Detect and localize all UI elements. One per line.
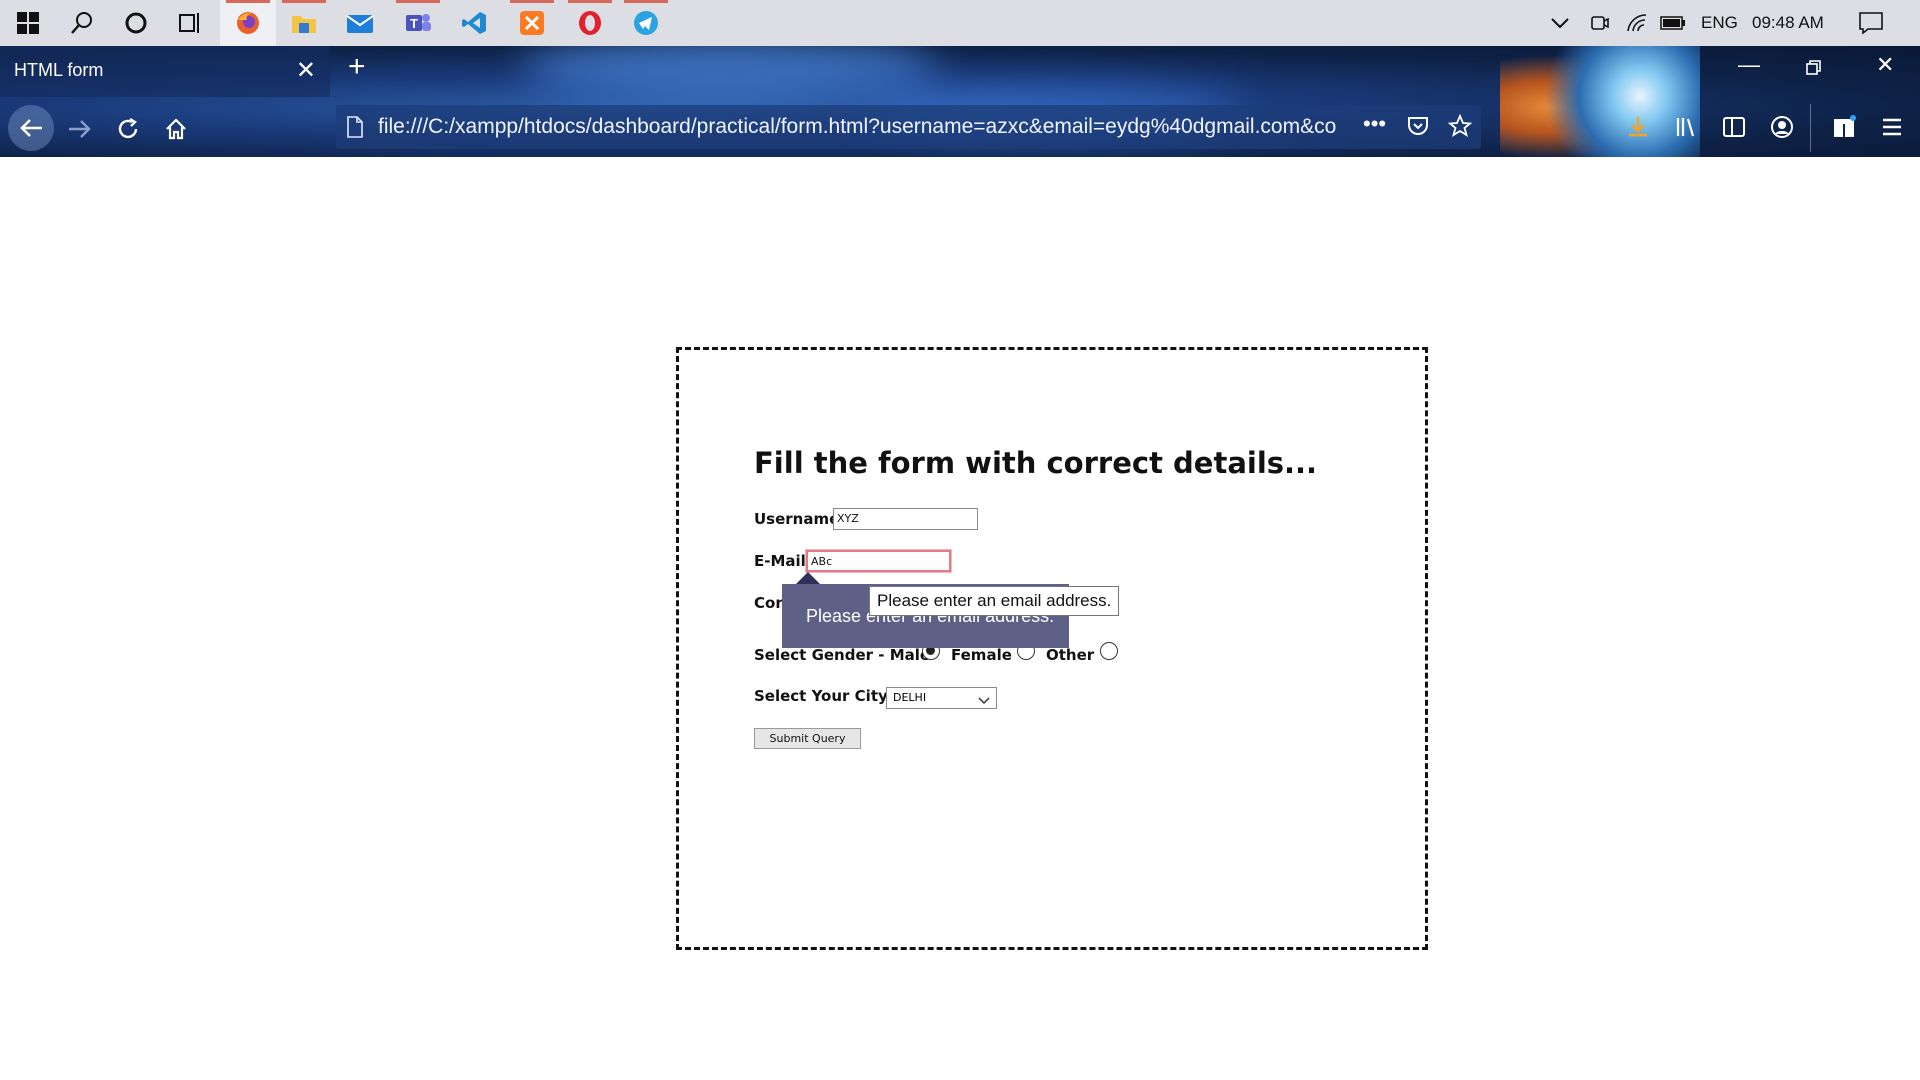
theme-background xyxy=(520,46,940,96)
cortana-icon[interactable] xyxy=(108,0,164,46)
extensions-icon[interactable] xyxy=(1826,109,1862,145)
page-actions-icon[interactable]: ••• xyxy=(1363,111,1386,137)
language-indicator[interactable]: ENG xyxy=(1701,0,1738,46)
gender-other-radio[interactable] xyxy=(1100,642,1118,660)
validation-tooltip: Please enter an email address. xyxy=(869,586,1120,616)
menu-icon[interactable] xyxy=(1874,109,1910,145)
task-view-icon[interactable] xyxy=(162,0,218,46)
window-close-icon[interactable]: ✕ xyxy=(1876,52,1894,78)
telegram-icon[interactable] xyxy=(618,0,674,46)
browser-chrome: HTML form ✕ + — ✕ file:///C:/xampp/htdoc… xyxy=(0,46,1920,157)
vscode-icon[interactable] xyxy=(446,0,502,46)
submit-button[interactable]: Submit Query xyxy=(754,728,861,749)
tab-title: HTML form xyxy=(14,60,104,80)
start-icon[interactable] xyxy=(0,0,56,46)
opera-icon[interactable] xyxy=(562,0,618,46)
svg-text:T: T xyxy=(410,16,418,31)
restore-icon[interactable] xyxy=(1806,56,1822,82)
email-label: E-Mail xyxy=(754,552,806,570)
chevron-down-icon xyxy=(978,693,990,713)
home-button[interactable] xyxy=(156,109,196,149)
page-title: Fill the form with correct details... xyxy=(754,446,1318,480)
file-explorer-icon[interactable] xyxy=(276,0,332,46)
meet-now-icon[interactable] xyxy=(1590,0,1610,46)
mail-icon[interactable] xyxy=(332,0,388,46)
page-icon xyxy=(346,116,364,144)
gender-label: Select Gender - Male xyxy=(754,646,931,664)
toolbar-separator xyxy=(1810,104,1811,152)
username-label: Username xyxy=(754,510,840,528)
battery-icon[interactable] xyxy=(1660,0,1686,46)
bookmark-star-icon[interactable] xyxy=(1447,113,1473,144)
city-select-value: DELHI xyxy=(893,691,927,704)
email-input[interactable]: ABc xyxy=(806,550,951,572)
chevron-up-icon[interactable] xyxy=(1550,0,1570,46)
address-bar[interactable]: file:///C:/xampp/htdocs/dashboard/practi… xyxy=(336,105,1481,149)
firefox-icon[interactable] xyxy=(220,0,276,46)
clock[interactable]: 09:48 AM xyxy=(1752,0,1824,46)
sidebar-icon[interactable] xyxy=(1716,109,1752,145)
new-tab-icon[interactable]: + xyxy=(348,50,366,84)
city-label: Select Your City - xyxy=(754,687,900,705)
tab-close-icon[interactable]: ✕ xyxy=(296,56,316,85)
validation-bubble-arrow xyxy=(796,572,820,584)
downloads-icon[interactable] xyxy=(1620,109,1656,145)
library-icon[interactable] xyxy=(1668,109,1704,145)
city-select[interactable]: DELHI xyxy=(886,687,997,709)
notifications-icon[interactable] xyxy=(1858,0,1884,46)
tab-html-form[interactable]: HTML form ✕ xyxy=(0,46,330,97)
forward-button[interactable] xyxy=(60,109,100,149)
search-icon[interactable] xyxy=(54,0,110,46)
account-icon[interactable] xyxy=(1764,109,1800,145)
gender-other-label: Other xyxy=(1046,646,1095,664)
wifi-icon[interactable] xyxy=(1626,0,1648,46)
xampp-icon[interactable] xyxy=(504,0,560,46)
reload-button[interactable] xyxy=(108,109,148,149)
back-button[interactable] xyxy=(8,105,54,151)
teams-icon[interactable]: T xyxy=(390,0,446,46)
windows-taskbar: T ENG 09:48 AM xyxy=(0,0,1920,47)
minimize-icon[interactable]: — xyxy=(1738,52,1760,78)
pocket-icon[interactable] xyxy=(1406,114,1430,144)
url-text[interactable]: file:///C:/xampp/htdocs/dashboard/practi… xyxy=(378,115,1348,139)
gender-female-label: Female xyxy=(951,646,1012,664)
username-input[interactable]: XYZ xyxy=(833,508,978,530)
